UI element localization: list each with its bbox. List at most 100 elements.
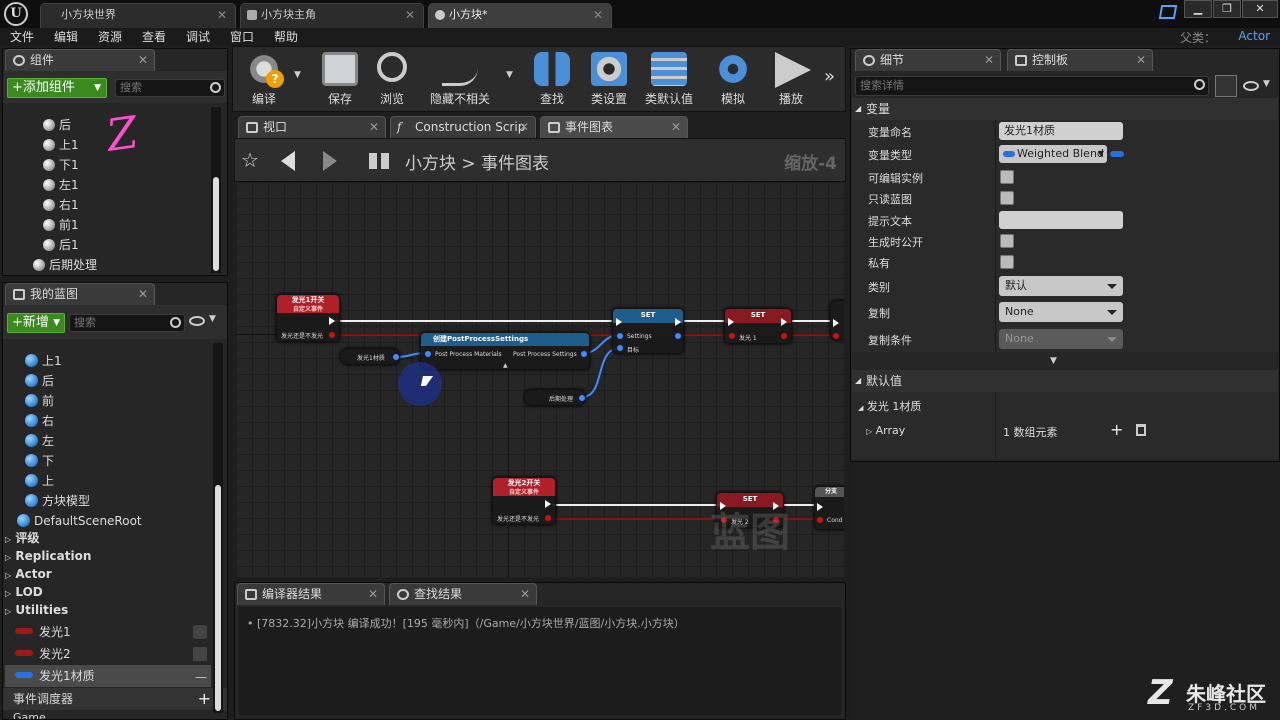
data-in-pin[interactable]: [425, 351, 431, 357]
blueprint-search-input[interactable]: 搜索: [69, 314, 185, 332]
data-out-pin[interactable]: [393, 354, 399, 360]
scroll-thumb[interactable]: [215, 485, 221, 711]
expand-arrow-icon[interactable]: ▲: [503, 362, 508, 369]
breadcrumb-page[interactable]: 事件图表: [481, 154, 549, 174]
add-component-button[interactable]: +添加组件 ▼: [7, 78, 107, 98]
eye-icon[interactable]: [1243, 81, 1259, 91]
tree-item[interactable]: 左1: [43, 175, 223, 195]
set-settings-node[interactable]: SET Settings 目标: [612, 308, 684, 354]
data-out-pin[interactable]: [675, 333, 681, 339]
category-dropdown[interactable]: 默认: [999, 276, 1123, 296]
menu-view[interactable]: 查看: [142, 28, 166, 46]
close-icon[interactable]: ✕: [217, 4, 227, 26]
find-button[interactable]: 查找: [528, 48, 576, 108]
exec-in-pin[interactable]: [833, 319, 839, 327]
readonly-checkbox[interactable]: [1000, 191, 1014, 205]
variable-name-field[interactable]: 发光1材质: [999, 122, 1123, 140]
back-arrow-icon[interactable]: [281, 151, 295, 171]
variable-item[interactable]: 发光2: [5, 643, 211, 665]
learn-icon[interactable]: [1158, 5, 1178, 19]
variable-section-header[interactable]: ◢ 变量: [852, 98, 1278, 120]
list-item[interactable]: 上: [25, 471, 211, 491]
category-actor[interactable]: ▷ Actor: [5, 565, 211, 583]
visibility-toggle-icon[interactable]: —: [195, 666, 207, 688]
list-item[interactable]: 右: [25, 411, 211, 431]
postprocess-get-node[interactable]: 后期处理: [524, 389, 586, 406]
branch-node[interactable]: 分支 Cond: [814, 486, 844, 530]
close-icon[interactable]: ✕: [984, 50, 994, 71]
compile-options-chevron-icon[interactable]: ▼: [294, 70, 301, 80]
hide-unrelated-button[interactable]: 隐藏不相关: [424, 48, 496, 108]
tab-my-blueprint[interactable]: 我的蓝图 ✕: [5, 283, 155, 305]
target-in-pin[interactable]: [617, 345, 623, 351]
category-lod[interactable]: ▷ LOD: [5, 583, 211, 601]
tab-compiler-results[interactable]: 编译器结果 ✕: [237, 583, 385, 605]
bool-out-pin[interactable]: [781, 333, 787, 339]
menu-help[interactable]: 帮助: [274, 28, 298, 46]
tree-item[interactable]: 后1: [43, 235, 223, 255]
list-item[interactable]: 前: [25, 391, 211, 411]
variable-item-selected[interactable]: 发光1材质 —: [5, 665, 211, 687]
event-dispatcher-header[interactable]: 事件调度器 +: [3, 688, 227, 710]
visibility-toggle-icon[interactable]: [193, 647, 207, 661]
exec-in-pin[interactable]: [616, 318, 622, 326]
parent-class-link[interactable]: Actor: [1238, 29, 1270, 43]
scroll-thumb[interactable]: [213, 177, 219, 271]
compile-button[interactable]: ? 编译: [236, 48, 292, 108]
variable-type-dropdown[interactable]: Weighted Blend ▼: [999, 145, 1107, 163]
close-icon[interactable]: ✕: [138, 50, 148, 71]
private-checkbox[interactable]: [1000, 255, 1014, 269]
new-button[interactable]: +新增 ▼: [7, 313, 65, 333]
list-item[interactable]: 上1: [25, 351, 211, 371]
exec-out-pin[interactable]: [781, 318, 787, 326]
offscreen-node[interactable]: [830, 300, 844, 340]
tab-construction-script[interactable]: f Construction Scrip ✕: [390, 116, 536, 138]
tab-viewport[interactable]: 视口 ✕: [238, 116, 386, 138]
advanced-expand-icon[interactable]: ▼: [1050, 356, 1057, 366]
exec-out-pin[interactable]: [545, 500, 551, 508]
close-icon[interactable]: ✕: [368, 584, 378, 605]
container-type-icon[interactable]: [1110, 151, 1124, 157]
tab-event-graph[interactable]: 事件图表 ✕: [540, 116, 688, 138]
tree-item[interactable]: 右1: [43, 195, 223, 215]
data-out-pin[interactable]: [581, 351, 587, 357]
variable-get-node[interactable]: 发光1材质: [340, 348, 400, 365]
class-defaults-button[interactable]: 类默认值: [640, 48, 698, 108]
set-glow1-node[interactable]: SET 发光 1: [724, 308, 792, 344]
add-element-icon[interactable]: +: [1110, 420, 1123, 439]
data-out-pin[interactable]: [579, 395, 585, 401]
close-icon[interactable]: ✕: [138, 284, 148, 305]
close-icon[interactable]: ✕: [593, 4, 603, 26]
trash-icon[interactable]: [1136, 424, 1146, 436]
exec-in-pin[interactable]: [728, 318, 734, 326]
list-item[interactable]: DefaultSceneRoot: [17, 511, 211, 531]
browse-button[interactable]: 浏览: [368, 48, 416, 108]
variable-item[interactable]: 发光1: [5, 621, 211, 643]
menu-file[interactable]: 文件: [10, 28, 34, 46]
property-matrix-icon[interactable]: [1215, 75, 1237, 97]
defaults-section-header[interactable]: ◢ 默认值: [852, 370, 1278, 392]
play-button[interactable]: 播放: [764, 48, 818, 108]
minimize-button[interactable]: ▁: [1184, 0, 1212, 18]
bool-out-pin[interactable]: [545, 515, 551, 521]
class-settings-button[interactable]: 类设置: [582, 48, 636, 108]
tab-palette[interactable]: 控制板 ✕: [1007, 49, 1153, 71]
replication-dropdown[interactable]: None: [999, 302, 1123, 322]
exec-out-pin[interactable]: [329, 317, 335, 325]
category-utilities[interactable]: ▷ Utilities: [5, 601, 211, 619]
tab-find-results[interactable]: 查找结果 ✕: [389, 583, 537, 605]
doc-tab-cube[interactable]: 小方块* ✕: [428, 3, 612, 28]
bool-in-pin[interactable]: [833, 333, 839, 339]
scrollbar[interactable]: [213, 343, 223, 713]
maximize-button[interactable]: ❐: [1213, 0, 1241, 18]
more-tools-icon[interactable]: »: [824, 66, 835, 87]
bool-out-pin[interactable]: [329, 332, 335, 338]
breadcrumb-root[interactable]: 小方块: [405, 154, 456, 174]
chevron-down-icon[interactable]: ▼: [209, 314, 216, 324]
scrollbar[interactable]: [211, 107, 221, 273]
exec-in-pin[interactable]: [817, 503, 823, 511]
list-item[interactable]: 方块模型: [25, 491, 211, 511]
forward-arrow-icon[interactable]: [323, 151, 337, 171]
bool-in-pin[interactable]: [729, 333, 735, 339]
component-search-input[interactable]: 搜索: [115, 79, 225, 97]
